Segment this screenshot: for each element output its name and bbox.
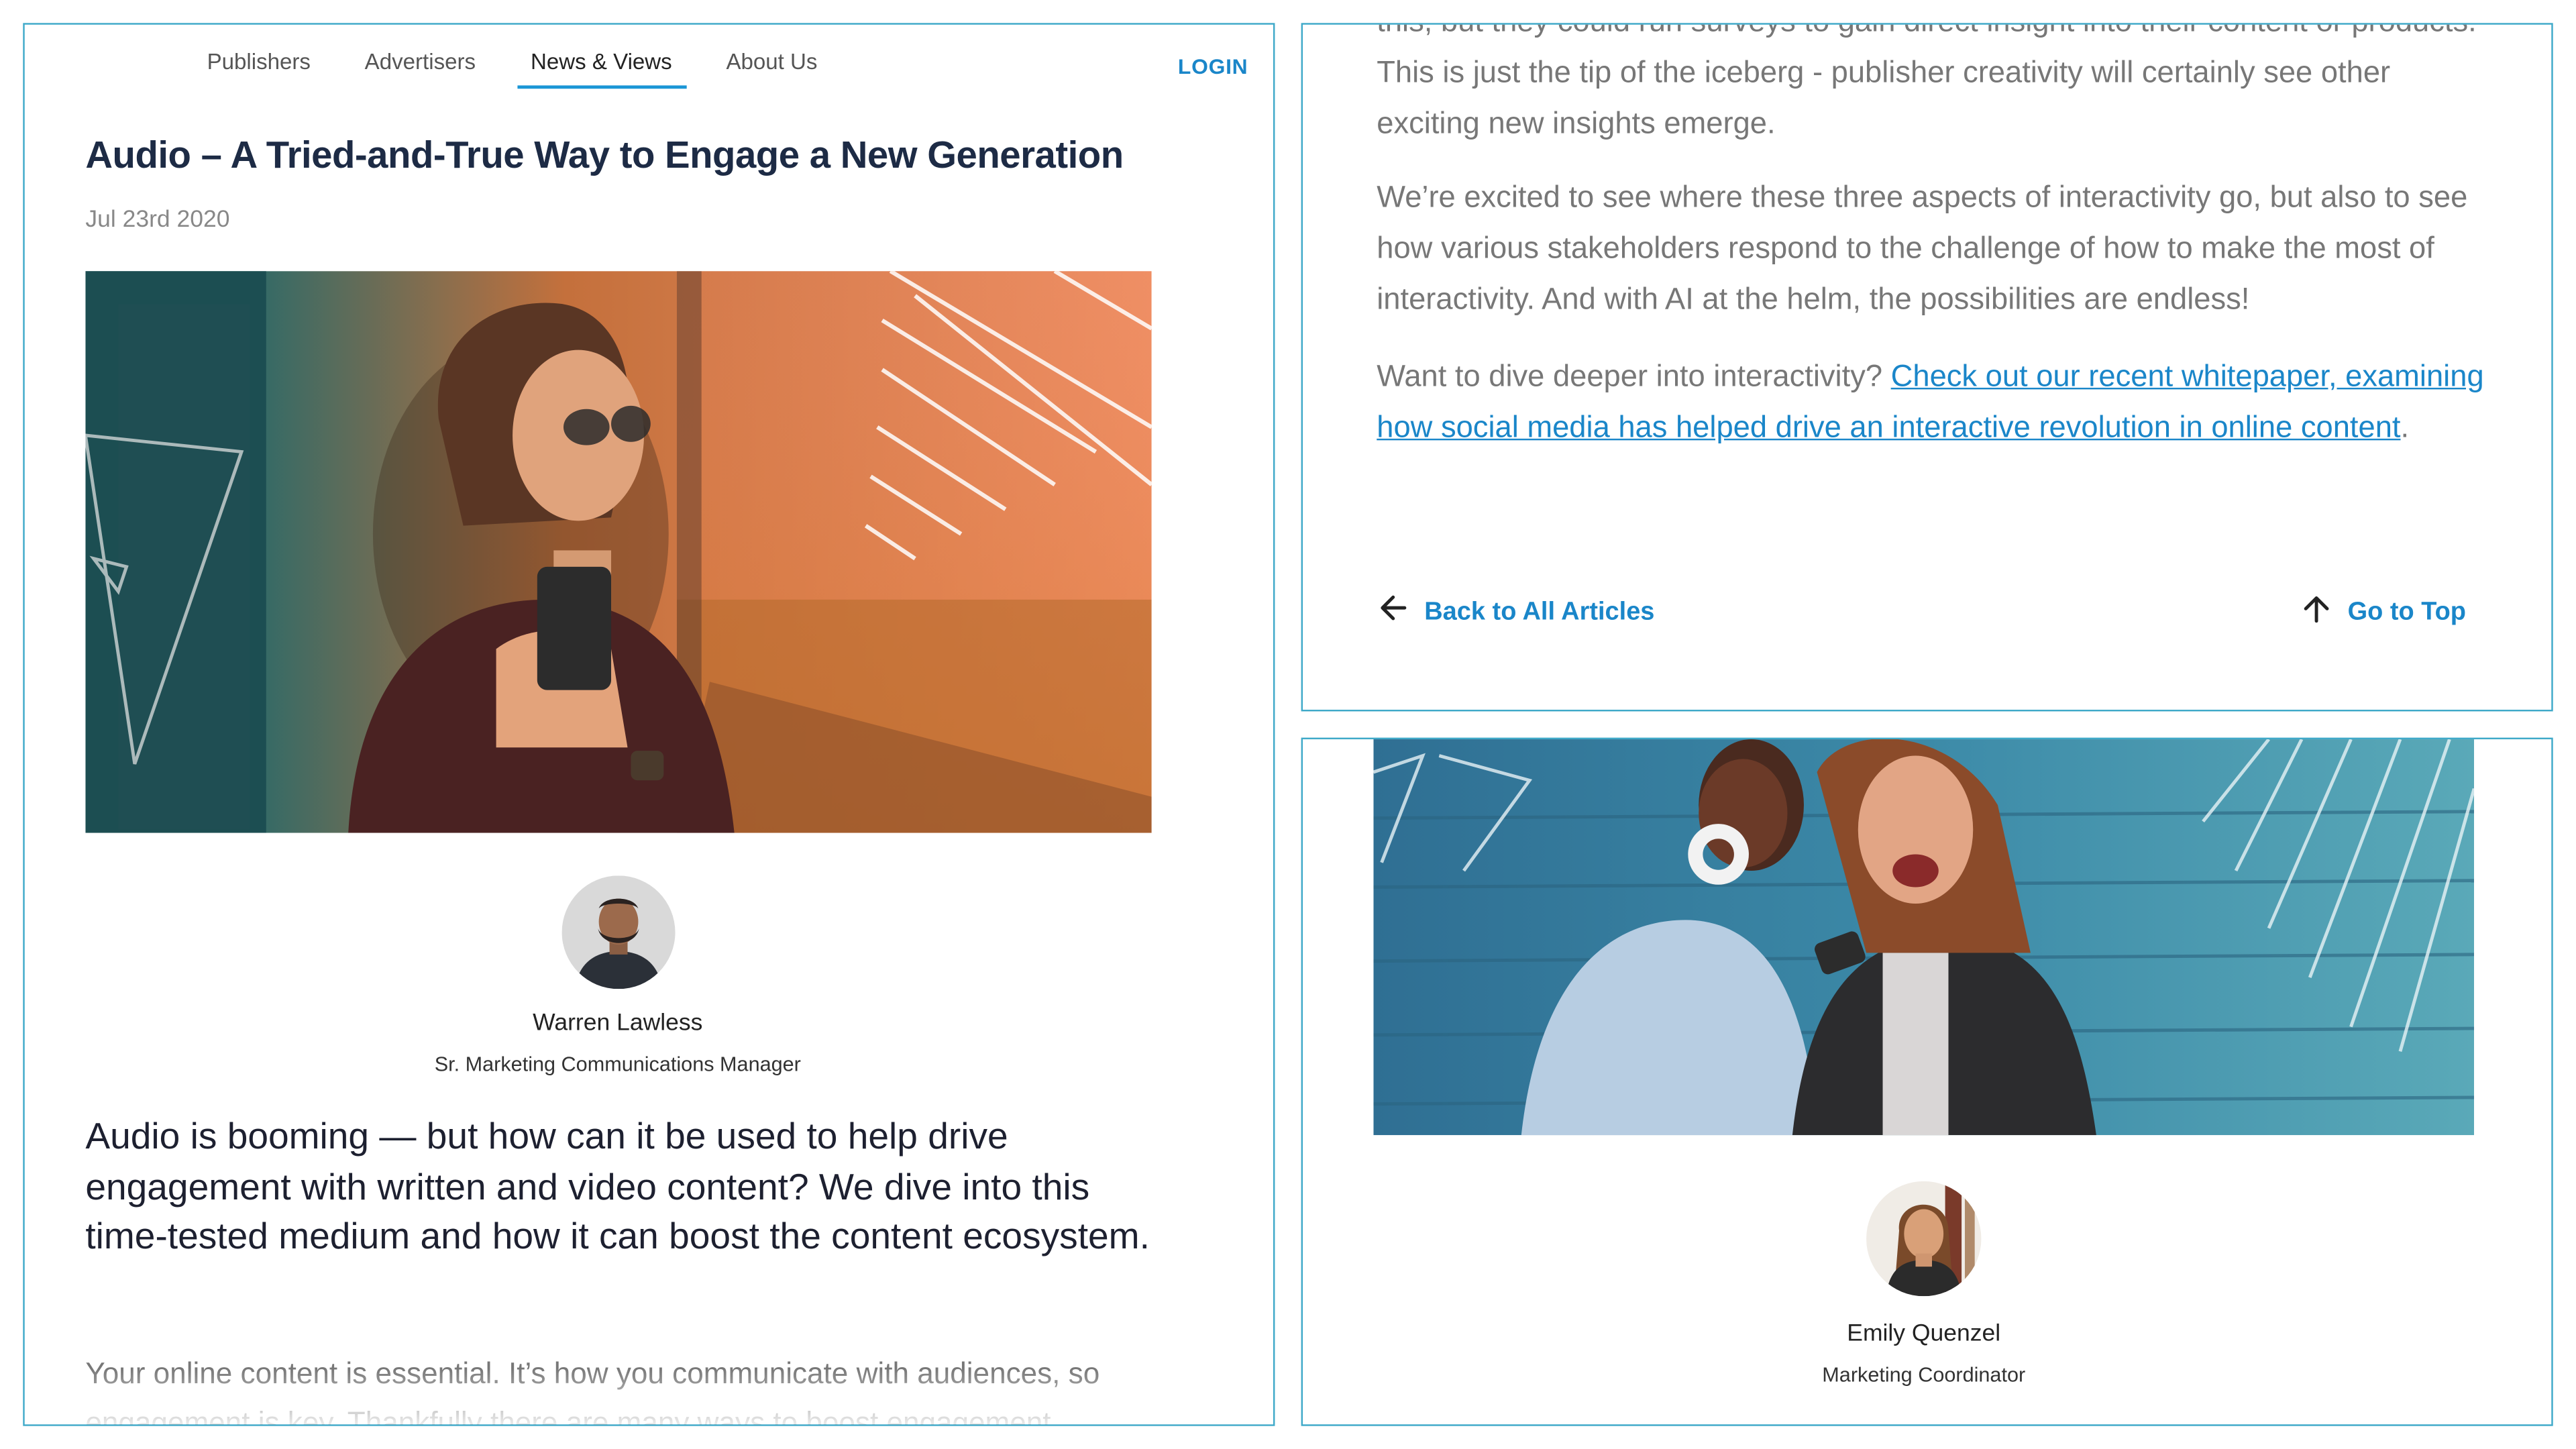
screenshot-collage: Publishers Advertisers News & Views Abou… (0, 0, 2576, 1449)
next-article-hero-image[interactable] (1373, 739, 2475, 1136)
go-to-top-label: Go to Top (2347, 597, 2466, 625)
go-to-top-link[interactable]: Go to Top (2300, 592, 2466, 633)
nav-item-about-us[interactable]: About Us (726, 49, 817, 74)
nav-item-advertisers[interactable]: Advertisers (365, 49, 476, 74)
login-link[interactable]: LOGIN (1178, 54, 1248, 79)
author-name: Warren Lawless (533, 1010, 703, 1037)
author-name: Emily Quenzel (1847, 1320, 2001, 1348)
hero-image (85, 271, 1152, 833)
nav-item-news-views[interactable]: News & Views (531, 49, 672, 74)
arrow-up-icon (2300, 592, 2333, 633)
article-paragraph: We’re excited to see where these three a… (1377, 178, 2468, 316)
cta-end-text: . (2400, 409, 2410, 444)
author-role: Sr. Marketing Communications Manager (434, 1053, 801, 1077)
back-link-label: Back to All Articles (1424, 597, 1655, 625)
article-date: Jul 23rd 2020 (85, 207, 230, 233)
article-paragraph: this, but they could run surveys to gain… (1377, 25, 2476, 140)
article-end-panel: this, but they could run surveys to gain… (1301, 23, 2553, 712)
article-title: Audio – A Tried-and-True Way to Engage a… (85, 133, 1124, 176)
cta-lead-text: Want to dive deeper into interactivity? (1377, 358, 1891, 393)
scroll-fade (24, 1368, 1273, 1425)
author-avatar (1866, 1181, 1982, 1297)
author-role: Marketing Coordinator (1822, 1363, 2026, 1387)
back-to-all-articles-link[interactable]: Back to All Articles (1377, 592, 1654, 633)
arrow-left-icon (1377, 592, 1409, 633)
article-paragraph-cta: Want to dive deeper into interactivity? … (1377, 350, 2493, 452)
author-avatar (561, 875, 676, 989)
article-top-panel: Publishers Advertisers News & Views Abou… (23, 23, 1275, 1426)
nav-item-publishers[interactable]: Publishers (207, 49, 311, 74)
article-lede: Audio is booming — but how can it be use… (85, 1115, 1150, 1257)
next-article-panel: Emily Quenzel Marketing Coordinator (1301, 737, 2553, 1426)
nav-active-indicator (517, 85, 687, 89)
